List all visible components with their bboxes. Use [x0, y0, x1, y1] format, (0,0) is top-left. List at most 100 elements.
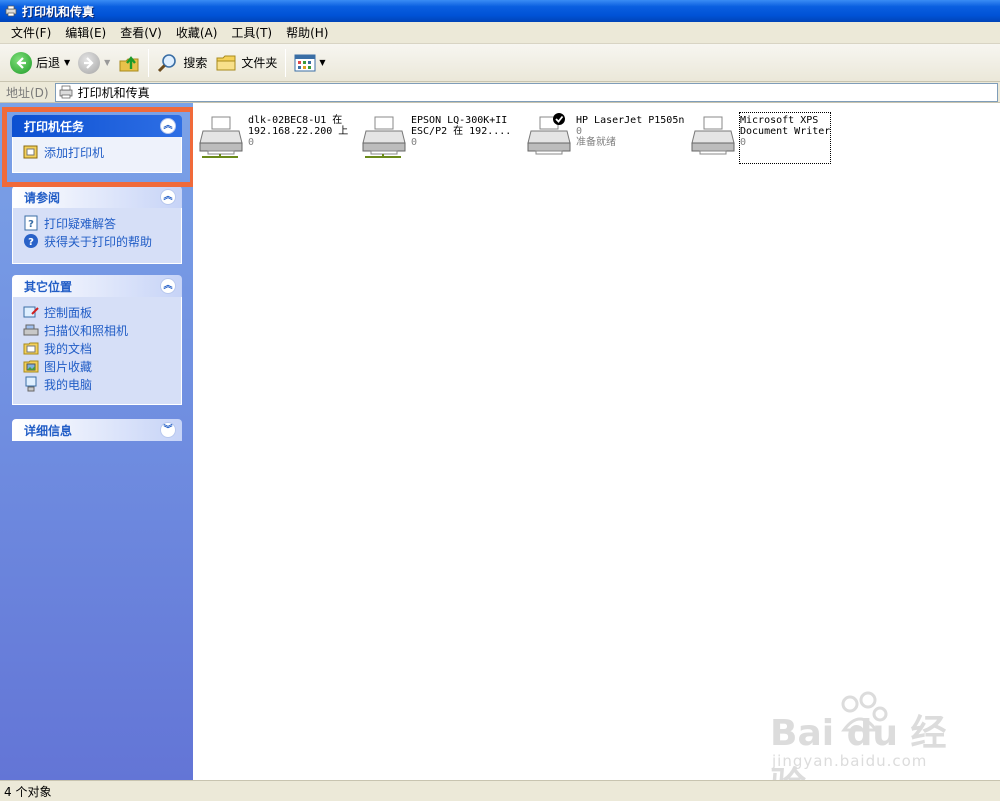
forward-dropdown-icon[interactable]: ▼: [104, 58, 110, 67]
search-icon: [158, 53, 177, 72]
other-places-title: 其它位置: [24, 279, 73, 294]
status-text: 4 个对象: [4, 784, 52, 799]
network-printer-icon: [361, 113, 411, 161]
print-help-link[interactable]: ? 获得关于打印的帮助: [23, 232, 171, 250]
my-documents-icon: [23, 342, 39, 355]
other-places-body: 控制面板 扫描仪和照相机 我的文档 图片收藏 我的电脑: [12, 297, 182, 405]
printer-info: EPSON LQ-300K+II ESC/P2 在 192.... 0: [411, 113, 511, 163]
expand-icon[interactable]: ︾: [160, 422, 176, 438]
control-panel-label: 控制面板: [44, 305, 93, 320]
my-pictures-link[interactable]: 图片收藏: [23, 357, 171, 375]
scanners-cameras-link[interactable]: 扫描仪和照相机: [23, 321, 171, 339]
address-label: 地址(D): [6, 85, 49, 100]
printer-status: 准备就绪: [576, 137, 616, 148]
collapse-icon[interactable]: ︽: [160, 278, 176, 294]
menu-file[interactable]: 文件(F): [4, 23, 58, 43]
folder-icon: [216, 55, 236, 70]
my-pictures-icon: [23, 360, 39, 373]
menu-favorites[interactable]: 收藏(A): [169, 23, 225, 43]
printer-item-epson[interactable]: EPSON LQ-300K+II ESC/P2 在 192.... 0: [361, 113, 531, 163]
printer-doc-count: 0: [740, 137, 747, 148]
views-button[interactable]: ▼: [290, 47, 329, 79]
back-dropdown-icon[interactable]: ▼: [64, 58, 70, 67]
up-folder-icon: [119, 55, 139, 71]
address-bar: 地址(D) 打印机和传真: [0, 82, 1000, 103]
forward-button[interactable]: ▼: [74, 47, 114, 79]
printer-name: Microsoft XPS: [740, 115, 819, 126]
search-button[interactable]: 搜索: [153, 47, 211, 79]
menu-help[interactable]: 帮助(H): [279, 23, 335, 43]
control-panel-icon: [23, 306, 39, 318]
my-computer-link[interactable]: 我的电脑: [23, 375, 171, 393]
window-title: 打印机和传真: [22, 4, 95, 19]
my-documents-link[interactable]: 我的文档: [23, 339, 171, 357]
network-printer-icon: [198, 113, 248, 161]
menu-tools[interactable]: 工具(T): [224, 23, 279, 43]
details-title: 详细信息: [24, 423, 73, 438]
printer-name-cont: Document Writer: [740, 126, 831, 137]
back-arrow-icon: [10, 51, 32, 74]
see-also-body: ? 打印疑难解答 ? 获得关于打印的帮助: [12, 208, 182, 264]
menu-view[interactable]: 查看(V): [113, 23, 169, 43]
svg-text:?: ?: [28, 219, 34, 230]
printer-info: dlk-02BEC8-U1 在 192.168.22.200 上 0: [248, 113, 348, 163]
see-also-header[interactable]: 请参阅 ︽: [12, 186, 182, 208]
scanner-icon: [23, 324, 39, 336]
printer-item-hp[interactable]: HP LaserJet P1505n 0 准备就绪: [526, 113, 696, 163]
toolbar-separator: [285, 48, 287, 77]
details-header[interactable]: 详细信息 ︾: [12, 419, 182, 441]
see-also-title: 请参阅: [24, 190, 61, 205]
toolbar: 后退 ▼ ▼ 搜索 文件夹 ▼: [0, 44, 1000, 82]
baidu-watermark: Bai du 经验 jingyan.baidu.com: [760, 690, 960, 801]
print-help-label: 获得关于打印的帮助: [44, 234, 153, 249]
print-troubleshoot-label: 打印疑难解答: [44, 216, 117, 231]
printer-doc-count: 0: [248, 137, 255, 148]
menu-bar: 文件(F) 编辑(E) 查看(V) 收藏(A) 工具(T) 帮助(H): [0, 22, 1000, 44]
printer-name: dlk-02BEC8-U1 在: [248, 115, 343, 126]
printer-fax-icon: [59, 85, 72, 99]
status-bar: 4 个对象: [0, 780, 1000, 801]
address-value: 打印机和传真: [77, 85, 150, 100]
views-dropdown-icon: ▼: [319, 58, 326, 67]
other-places-header[interactable]: 其它位置 ︽: [12, 275, 182, 297]
print-troubleshoot-link[interactable]: ? 打印疑难解答: [23, 214, 171, 232]
views-icon: [294, 54, 316, 71]
collapse-icon[interactable]: ︽: [160, 189, 176, 205]
printer-item-xps[interactable]: Microsoft XPS Document Writer 0: [690, 112, 860, 164]
scanners-cameras-label: 扫描仪和照相机: [44, 323, 129, 338]
printer-info: Microsoft XPS Document Writer 0: [738, 112, 832, 164]
svg-text:?: ?: [28, 237, 34, 248]
title-bar: 打印机和传真: [0, 0, 1000, 22]
my-computer-label: 我的电脑: [44, 377, 93, 392]
highlight-box: [2, 107, 195, 187]
other-places-panel: 其它位置 ︽ 控制面板 扫描仪和照相机 我的文档 图片收藏 我的电脑: [12, 275, 182, 405]
forward-arrow-icon: [78, 51, 101, 74]
printer-name-cont: 192.168.22.200 上: [248, 126, 349, 137]
printer-item-dlk[interactable]: dlk-02BEC8-U1 在 192.168.22.200 上 0: [198, 113, 368, 163]
printer-list: dlk-02BEC8-U1 在 192.168.22.200 上 0 EPSON…: [193, 103, 1000, 780]
task-pane: 打印机任务 ︽ 添加打印机 请参阅 ︽ ? 打印疑难解答 ? 获得关于打印的帮助…: [0, 103, 193, 780]
folders-label: 文件夹: [241, 56, 278, 70]
details-panel: 详细信息 ︾: [12, 419, 182, 441]
printer-name: HP LaserJet P1505n: [576, 115, 685, 126]
menu-edit[interactable]: 编辑(E): [58, 23, 113, 43]
watermark-url: jingyan.baidu.com: [772, 752, 928, 770]
printer-fax-icon: [5, 5, 17, 17]
back-label: 后退: [36, 56, 61, 70]
printer-doc-count: 0: [576, 126, 583, 137]
default-printer-icon: [526, 113, 576, 161]
printer-doc-count: 0: [411, 137, 418, 148]
up-folder-button[interactable]: [114, 47, 144, 79]
folders-button[interactable]: 文件夹: [211, 47, 281, 79]
back-button[interactable]: 后退 ▼: [6, 47, 74, 79]
printer-info: HP LaserJet P1505n 0 准备就绪: [576, 113, 684, 163]
printer-name: EPSON LQ-300K+II: [411, 115, 508, 126]
address-field[interactable]: 打印机和传真: [54, 82, 998, 102]
control-panel-link[interactable]: 控制面板: [23, 303, 171, 321]
help-icon: ?: [24, 234, 38, 248]
my-documents-label: 我的文档: [44, 341, 93, 356]
search-label: 搜索: [183, 56, 208, 70]
toolbar-separator: [148, 48, 150, 77]
printer-name-cont: ESC/P2 在 192....: [411, 126, 512, 137]
printer-icon: [690, 113, 740, 161]
